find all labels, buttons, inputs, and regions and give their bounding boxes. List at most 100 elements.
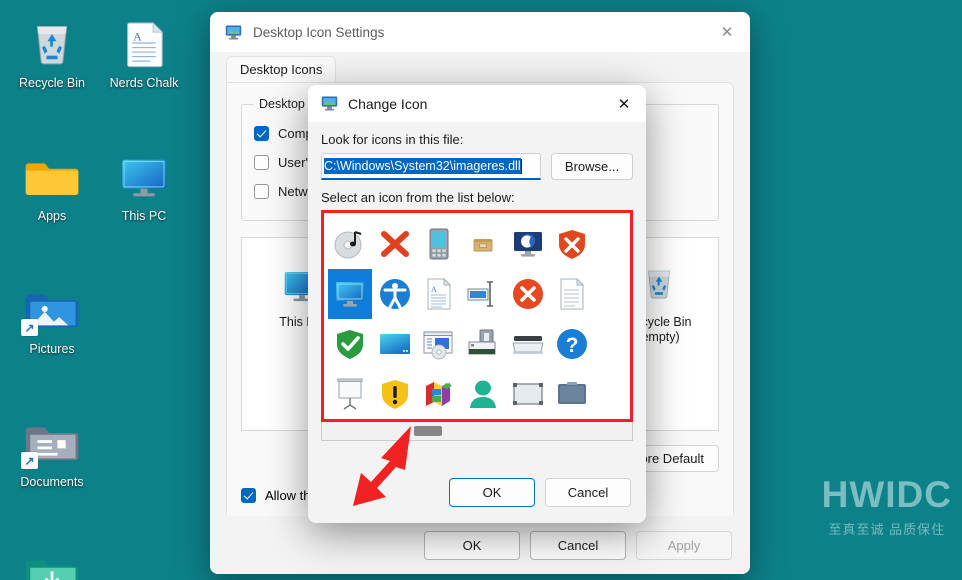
svg-text:?: ? xyxy=(566,334,579,357)
ok-button[interactable]: OK xyxy=(449,477,535,507)
printer-icon xyxy=(466,327,500,361)
close-icon[interactable]: ✕ xyxy=(704,12,750,52)
green-shield-check-icon xyxy=(333,327,367,361)
icon-cell-card-file-box[interactable] xyxy=(461,219,505,269)
checkbox-computer[interactable] xyxy=(254,126,269,141)
desktop-icon-label: Nerds Chalk xyxy=(109,76,179,90)
icon-cell-display-settings[interactable] xyxy=(461,269,505,319)
shortcut-overlay-icon: ↗ xyxy=(21,452,38,469)
user-account-icon xyxy=(466,377,500,411)
yellow-shield-warning-icon xyxy=(378,377,412,411)
icon-cell-colored-blocks[interactable] xyxy=(417,369,461,419)
pictures-folder-icon: ↗ xyxy=(21,280,83,338)
change-icon-dialog: Change Icon ✕ Look for icons in this fil… xyxy=(308,85,646,523)
browse-button[interactable]: Browse... xyxy=(551,153,633,180)
desktop-icon-recycle-bin[interactable]: Recycle Bin xyxy=(4,10,100,93)
red-circle-x-icon xyxy=(511,277,545,311)
icon-file-path-input[interactable]: C:\Windows\System32\imageres.dll xyxy=(321,153,541,180)
cancel-button[interactable]: Cancel xyxy=(530,530,626,560)
icon-list-box[interactable]: A ? xyxy=(321,210,633,422)
dialog-title-bar: Change Icon ✕ xyxy=(308,85,646,122)
dialog-body: Look for icons in this file: C:\Windows\… xyxy=(308,122,646,441)
desktop-icon-label: Apps xyxy=(37,209,67,223)
cancel-button[interactable]: Cancel xyxy=(545,477,631,507)
dialog-title-text: Change Icon xyxy=(348,95,428,112)
display-settings-icon xyxy=(466,277,500,311)
desktop-icon-this-pc[interactable]: This PC xyxy=(96,143,192,226)
documents-folder-icon: ↗ xyxy=(21,413,83,471)
icon-cell-text-document[interactable]: A xyxy=(417,269,461,319)
dark-tablet-icon xyxy=(555,377,589,411)
blue-screen-icon xyxy=(378,327,412,361)
tab-strip: Desktop Icons xyxy=(226,52,734,83)
text-caret xyxy=(520,158,522,174)
accessibility-icon xyxy=(378,277,412,311)
icon-list-wrapper: A ? xyxy=(321,210,633,441)
sleep-monitor-icon xyxy=(511,227,545,261)
media-disc-window-icon xyxy=(422,327,456,361)
desktop-icon-downloads[interactable]: ↗ Downloads xyxy=(4,542,100,580)
window-title-bar: Desktop Icon Settings ✕ xyxy=(210,12,750,52)
mobile-device-icon xyxy=(422,227,456,261)
icon-cell-monitor-selected[interactable] xyxy=(328,269,373,319)
desktop-icon-pictures[interactable]: ↗ Pictures xyxy=(4,276,100,359)
window-title-text: Desktop Icon Settings xyxy=(253,24,385,40)
svg-text:A: A xyxy=(133,30,142,43)
colored-blocks-icon xyxy=(422,377,456,411)
icon-cell-red-circle-x[interactable] xyxy=(506,269,550,319)
icon-cell-accessibility[interactable] xyxy=(372,269,416,319)
icon-cell-printer[interactable] xyxy=(461,319,505,369)
icon-cell-dark-tablet[interactable] xyxy=(550,369,594,419)
text-document-icon: A xyxy=(113,14,175,72)
icon-cell-yellow-shield-warning[interactable] xyxy=(372,369,416,419)
monitor-icon xyxy=(113,147,175,205)
icon-list-label: Select an icon from the list below: xyxy=(321,190,515,205)
close-icon[interactable]: ✕ xyxy=(602,85,646,122)
ok-button[interactable]: OK xyxy=(424,530,520,560)
checkbox-users-files[interactable] xyxy=(254,155,269,170)
tab-desktop-icons[interactable]: Desktop Icons xyxy=(226,56,337,83)
recycle-bin-icon xyxy=(21,14,83,72)
checkbox-network[interactable] xyxy=(254,184,269,199)
icon-list-horizontal-scrollbar[interactable] xyxy=(321,422,633,441)
icon-cell-red-shield-x[interactable] xyxy=(550,219,594,269)
icon-cell-sleep-monitor[interactable] xyxy=(506,219,550,269)
change-icon-icon xyxy=(320,95,339,112)
desktop-icon-settings-icon xyxy=(224,24,243,41)
icon-cell-green-shield-check[interactable] xyxy=(328,319,372,369)
path-field-label: Look for icons in this file: xyxy=(321,132,464,147)
icon-grid: A ? xyxy=(328,219,626,419)
icon-cell-red-x-cross[interactable] xyxy=(372,219,416,269)
dialog-footer: OK Cancel xyxy=(308,461,646,523)
checkbox-allow-themes[interactable] xyxy=(241,488,256,503)
scanner-icon xyxy=(511,327,545,361)
desktop-icon-documents[interactable]: ↗ Documents xyxy=(4,409,100,492)
icon-cell-blue-question-help[interactable]: ? xyxy=(550,319,594,369)
icon-cell-blank-document[interactable] xyxy=(550,269,594,319)
text-document-icon: A xyxy=(422,277,456,311)
red-x-cross-icon xyxy=(378,227,412,261)
icon-cell-mobile-device[interactable] xyxy=(417,219,461,269)
icon-cell-media-disc-window[interactable] xyxy=(417,319,461,369)
icon-cell-scanner[interactable] xyxy=(506,319,550,369)
window-footer: OK Cancel Apply xyxy=(210,516,750,574)
icon-cell-projector-screen[interactable] xyxy=(328,369,372,419)
icon-cell-light-panel[interactable] xyxy=(506,369,550,419)
audio-cd-icon xyxy=(333,227,367,261)
desktop-icon-apps[interactable]: Apps xyxy=(4,143,100,226)
desktop-icon-column-2: A Nerds Chalk This PC xyxy=(96,10,196,226)
downloads-folder-icon: ↗ xyxy=(21,546,83,580)
red-shield-x-icon xyxy=(555,227,589,261)
desktop-icon-label: Recycle Bin xyxy=(19,76,85,90)
card-file-box-icon xyxy=(472,233,494,255)
monitor-icon xyxy=(333,277,367,311)
blue-question-help-icon: ? xyxy=(555,327,589,361)
desktop-icon-nerds-chalk[interactable]: A Nerds Chalk xyxy=(96,10,192,93)
scrollbar-thumb[interactable] xyxy=(414,426,442,436)
light-panel-icon xyxy=(511,377,545,411)
apply-button: Apply xyxy=(636,530,732,560)
icon-cell-blue-screen[interactable] xyxy=(372,319,416,369)
icon-cell-user-account[interactable] xyxy=(461,369,505,419)
path-row: C:\Windows\System32\imageres.dll Browse.… xyxy=(321,153,633,180)
icon-cell-audio-cd[interactable] xyxy=(328,219,372,269)
